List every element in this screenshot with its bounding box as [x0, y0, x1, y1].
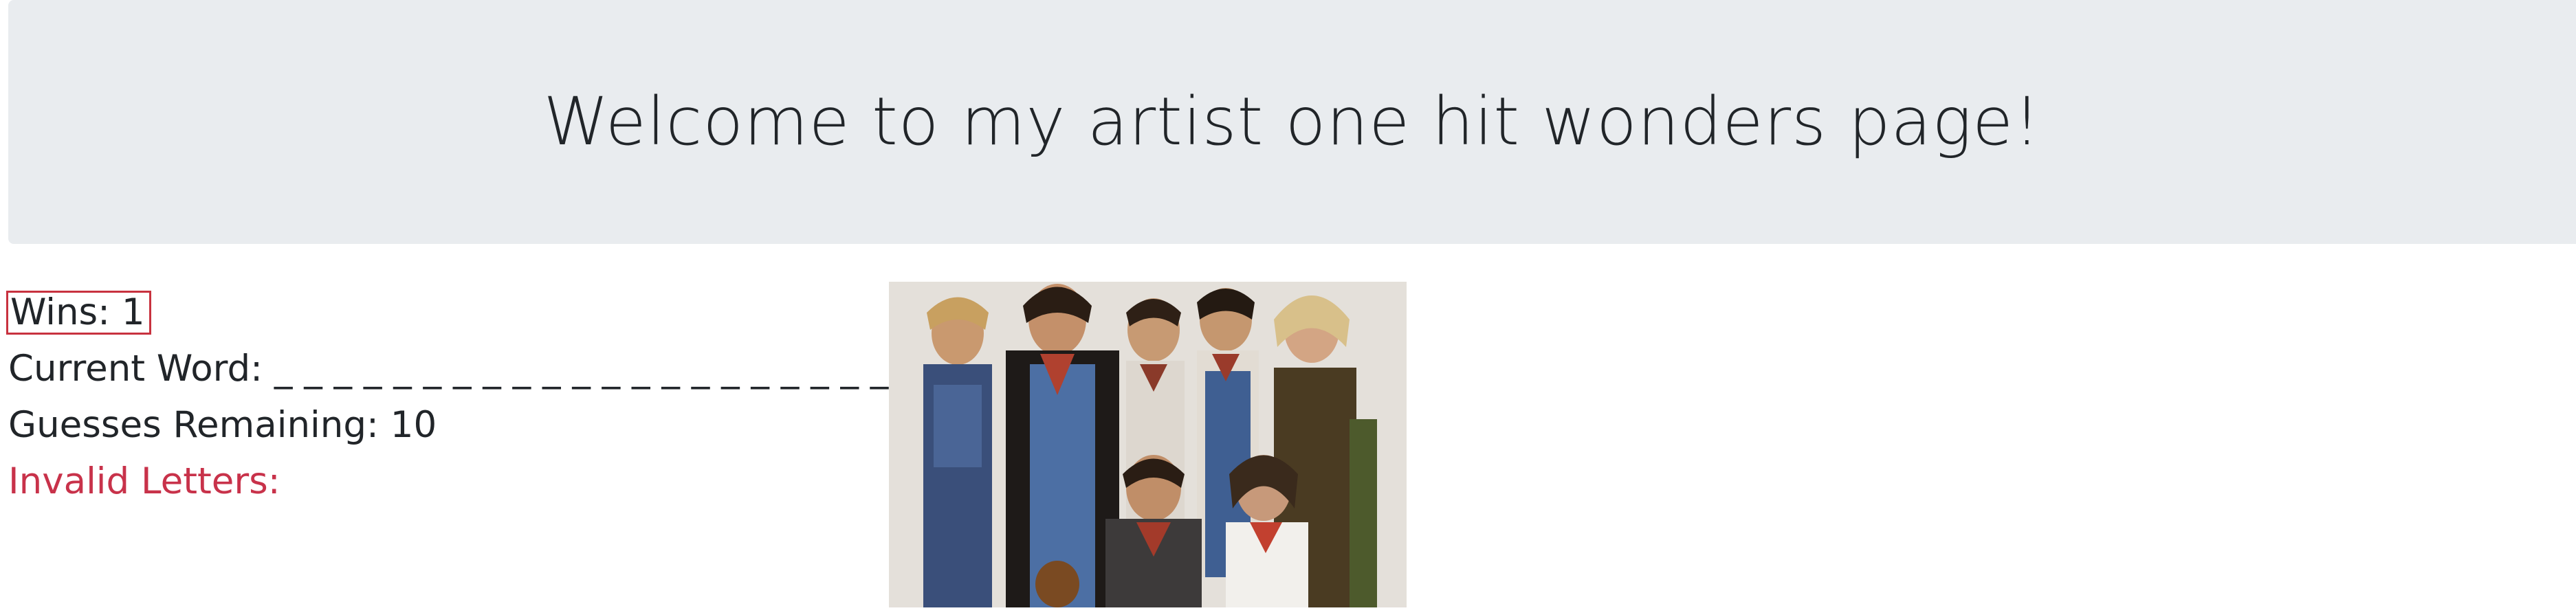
guesses-label: Guesses Remaining: — [8, 404, 379, 446]
current-word-line: Current Word: _ _ _ _ _ _ _ _ _ _ _ _ _ … — [8, 341, 888, 397]
wins-line: Wins: 1 — [6, 284, 861, 341]
invalid-letters-label: Invalid Letters: — [8, 460, 280, 502]
invalid-letters-line: Invalid Letters: — [8, 454, 861, 510]
band-photo — [889, 282, 1407, 607]
guesses-value: 10 — [390, 404, 437, 446]
wins-label: Wins: — [10, 291, 111, 333]
page-title: Welcome to my artist one hit wonders pag… — [543, 82, 2041, 160]
band-member-7 — [1226, 455, 1308, 607]
wins-box: Wins: 1 — [6, 291, 151, 335]
game-stats: Wins: 1 Current Word: _ _ _ _ _ _ _ _ _ … — [6, 284, 888, 510]
header-banner: Welcome to my artist one hit wonders pag… — [8, 0, 2576, 244]
guesses-remaining-line: Guesses Remaining: 10 — [8, 397, 861, 454]
wins-value: 1 — [121, 291, 145, 333]
current-word-value: _ _ _ _ _ _ _ _ _ _ _ _ _ _ _ _ _ _ _ _ … — [274, 348, 889, 390]
band-photo-icon — [889, 282, 1407, 607]
band-member-1 — [923, 297, 992, 607]
current-word-label: Current Word: — [8, 348, 263, 390]
